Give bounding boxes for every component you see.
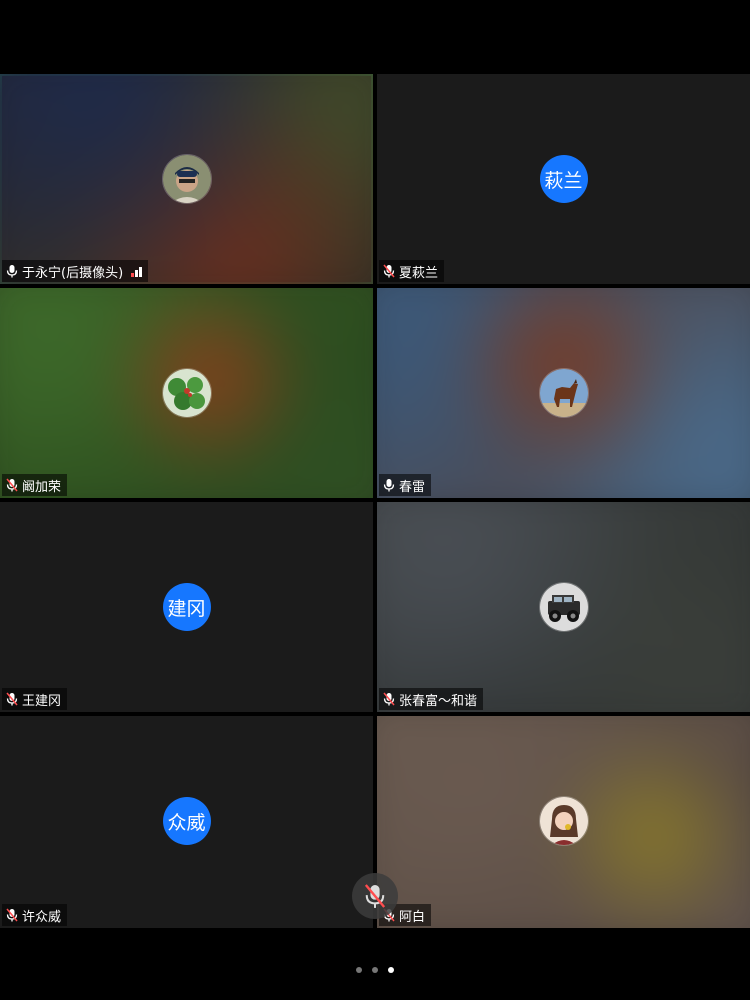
participant-name: 阿白	[399, 909, 426, 925]
participant-name: 张春富～和谐	[399, 693, 478, 709]
mic-muted-icon	[6, 478, 18, 492]
participant-name-tag: 春雷	[379, 474, 432, 496]
participant-name: 许众威	[22, 909, 62, 925]
participant-name-tag: 阚加荣	[2, 474, 68, 496]
mic-muted-icon	[6, 692, 18, 706]
person-photo-icon	[162, 155, 211, 203]
plant-photo-icon	[162, 369, 211, 417]
participant-tile[interactable]	[377, 716, 750, 928]
mic-muted-icon	[6, 908, 18, 922]
participant-name-tag: 于永宁(后摄像头)	[2, 260, 149, 282]
avatar-initials: 建冈	[162, 583, 211, 631]
avatar-initials: 萩兰	[539, 155, 588, 203]
avatar	[538, 582, 589, 632]
girl-photo-icon	[539, 797, 588, 845]
participant-name: 春雷	[399, 479, 426, 495]
mute-toggle-button[interactable]	[352, 873, 398, 919]
page-dot-current[interactable]	[388, 967, 394, 973]
participant-name: 王建冈	[22, 693, 62, 709]
signal-strength-icon	[131, 265, 143, 277]
participant-tile[interactable]: 张春富～和谐	[377, 502, 750, 712]
page-dot[interactable]	[372, 967, 378, 973]
mic-muted-icon	[383, 692, 395, 706]
participant-tile[interactable]: 萩兰 夏萩兰	[377, 74, 750, 284]
participant-name-tag: 夏萩兰	[379, 260, 445, 282]
participant-name: 夏萩兰	[399, 265, 439, 281]
participant-tile[interactable]: 众威 许众威	[0, 716, 373, 928]
participant-tile[interactable]: 建冈 王建冈	[0, 502, 373, 712]
avatar	[161, 368, 212, 418]
horse-photo-icon	[539, 369, 588, 417]
participant-name: 于永宁(后摄像头)	[22, 265, 124, 281]
avatar-initials: 众威	[162, 797, 211, 845]
page-dot[interactable]	[356, 967, 362, 973]
mic-muted-icon	[364, 884, 386, 908]
participant-tile[interactable]: 春雷	[377, 288, 750, 498]
page-indicator	[0, 967, 750, 973]
participant-name: 阚加荣	[22, 479, 62, 495]
avatar	[538, 796, 589, 846]
mic-icon	[6, 265, 18, 278]
participant-name-tag: 张春富～和谐	[379, 688, 484, 710]
participant-name-tag: 王建冈	[2, 688, 68, 710]
mic-muted-icon	[383, 264, 395, 278]
jeep-photo-icon	[539, 583, 588, 631]
video-grid: 于永宁(后摄像头) 萩兰 夏萩兰 阚加荣 春雷 建冈 王建冈 张春富～和谐 众威…	[0, 74, 750, 928]
participant-tile[interactable]: 于永宁(后摄像头)	[0, 74, 373, 284]
participant-name-tag: 许众威	[2, 904, 68, 926]
mic-icon	[383, 479, 395, 492]
participant-tile[interactable]: 阚加荣	[0, 288, 373, 498]
avatar	[161, 154, 212, 204]
avatar	[538, 368, 589, 418]
